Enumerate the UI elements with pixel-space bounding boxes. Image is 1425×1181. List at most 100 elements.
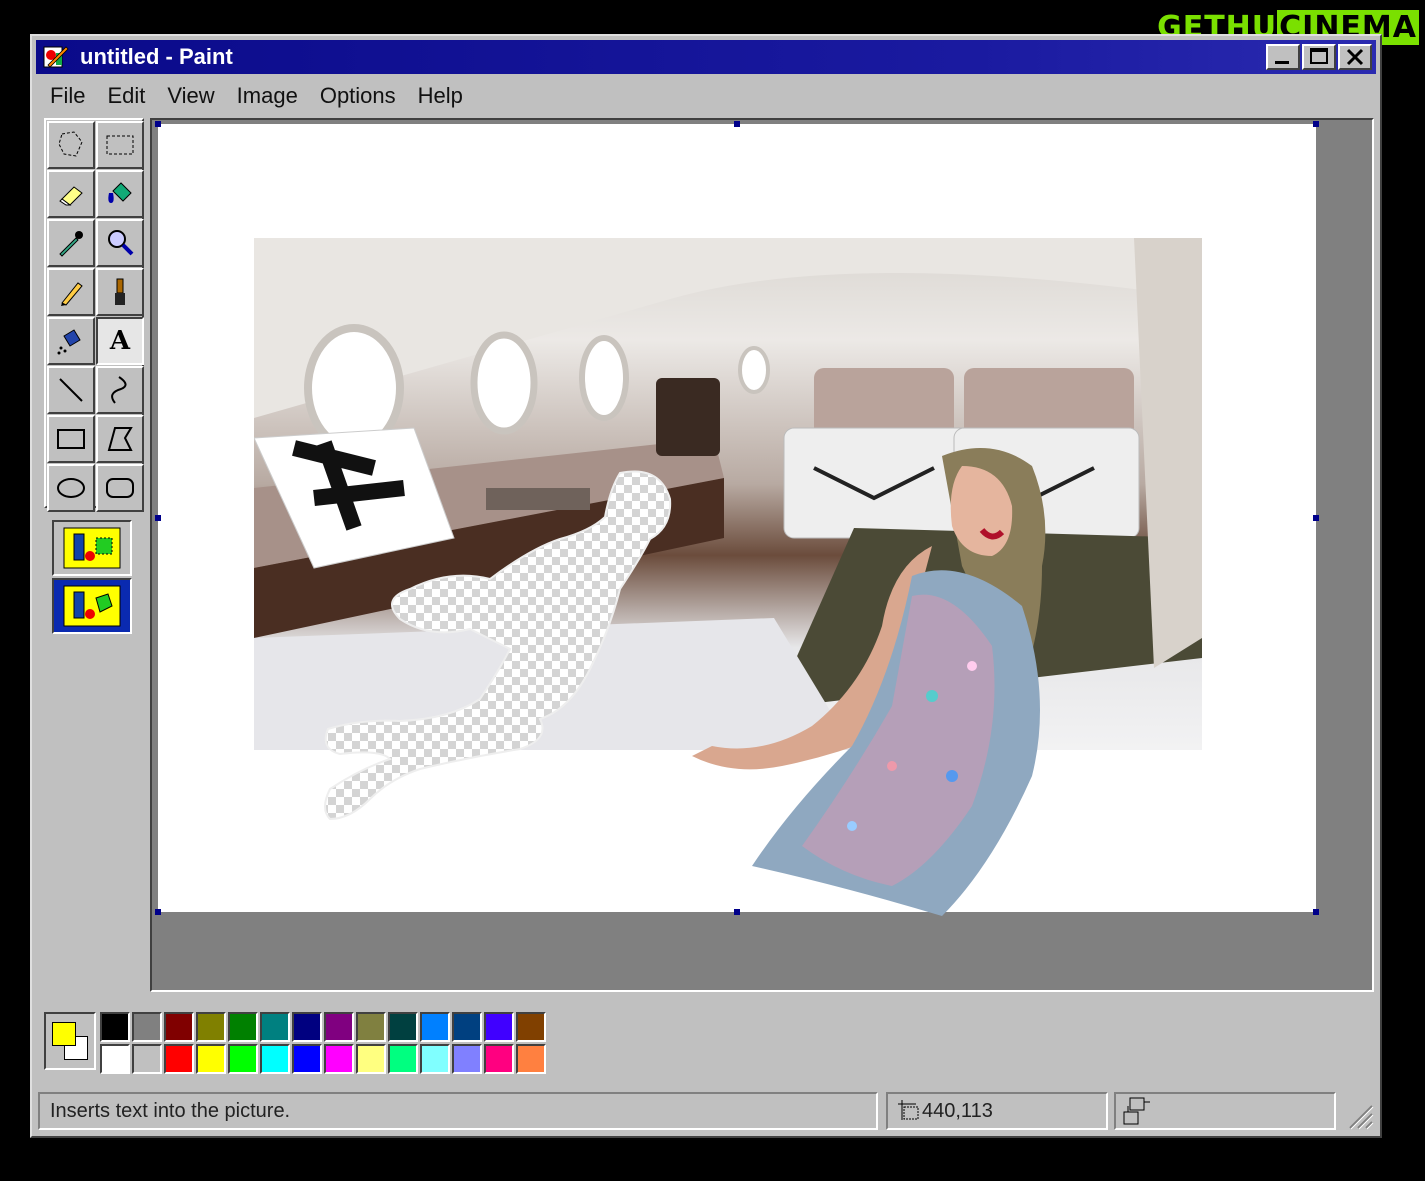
tool-rectangle[interactable]: [47, 415, 95, 463]
color-swatch[interactable]: [260, 1012, 290, 1042]
close-button[interactable]: [1338, 44, 1372, 70]
minimize-button[interactable]: [1266, 44, 1300, 70]
color-swatch[interactable]: [356, 1012, 386, 1042]
rectangle-select-icon: [106, 135, 134, 155]
rectangle-icon: [57, 429, 85, 449]
tool-curve[interactable]: [96, 366, 144, 414]
menu-help[interactable]: Help: [418, 83, 463, 109]
paint-window: untitled - Paint File Edit View Image Op…: [30, 34, 1382, 1138]
tool-rounded-rectangle[interactable]: [96, 464, 144, 512]
canvas-area[interactable]: [150, 118, 1374, 992]
status-bar: Inserts text into the picture. 440,113: [36, 1090, 1376, 1132]
tool-pick-color[interactable]: [47, 219, 95, 267]
color-swatch[interactable]: [420, 1044, 450, 1074]
transparent-option-icon: [63, 585, 121, 627]
color-swatch[interactable]: [484, 1012, 514, 1042]
resize-handle[interactable]: [155, 121, 161, 127]
line-icon: [59, 378, 83, 402]
color-swatch[interactable]: [164, 1012, 194, 1042]
minimize-icon: [1275, 61, 1289, 64]
menu-view[interactable]: View: [167, 83, 214, 109]
color-swatch[interactable]: [228, 1044, 258, 1074]
color-swatch[interactable]: [260, 1044, 290, 1074]
status-coordinates: 440,113: [886, 1092, 1108, 1130]
status-selection-size: [1114, 1092, 1336, 1130]
color-swatch[interactable]: [356, 1044, 386, 1074]
maximize-button[interactable]: [1302, 44, 1336, 70]
toolbox: A: [44, 118, 144, 512]
polygon-icon: [107, 427, 133, 451]
rounded-rectangle-icon: [106, 478, 134, 498]
color-swatch[interactable]: [420, 1012, 450, 1042]
color-swatch[interactable]: [292, 1044, 322, 1074]
color-swatch[interactable]: [132, 1012, 162, 1042]
opaque-option-icon: [63, 527, 121, 569]
paint-app-icon[interactable]: [42, 43, 70, 71]
tool-magnifier[interactable]: [96, 219, 144, 267]
woman-in-sequin-dress: [692, 448, 1046, 916]
color-box: [36, 1004, 1376, 1084]
menu-file[interactable]: File: [50, 83, 85, 109]
color-swatch[interactable]: [452, 1044, 482, 1074]
resize-handle[interactable]: [155, 909, 161, 915]
tool-brush[interactable]: [96, 268, 144, 316]
tool-eraser[interactable]: [47, 170, 95, 218]
tool-ellipse[interactable]: [47, 464, 95, 512]
window-title: untitled - Paint: [80, 44, 233, 69]
tool-pencil[interactable]: [47, 268, 95, 316]
tool-fill[interactable]: [96, 170, 144, 218]
resize-grip-icon[interactable]: [1344, 1100, 1374, 1130]
title-bar[interactable]: untitled - Paint: [36, 40, 1376, 74]
color-swatch[interactable]: [196, 1044, 226, 1074]
brush-icon: [115, 278, 125, 305]
airbrush-icon: [57, 329, 81, 355]
tool-polygon[interactable]: [96, 415, 144, 463]
resize-handle[interactable]: [1313, 909, 1319, 915]
resize-handle[interactable]: [734, 909, 740, 915]
curve-icon: [111, 376, 127, 404]
text-icon: A: [109, 326, 131, 356]
color-swatch[interactable]: [452, 1012, 482, 1042]
color-swatch[interactable]: [292, 1012, 322, 1042]
tool-text[interactable]: A: [96, 317, 144, 365]
transparent-background-option[interactable]: [52, 520, 132, 576]
color-palette: [100, 1012, 546, 1074]
color-swatch[interactable]: [324, 1044, 354, 1074]
current-colors[interactable]: [44, 1012, 96, 1070]
color-swatch[interactable]: [228, 1012, 258, 1042]
ellipse-icon: [57, 478, 85, 498]
resize-handle[interactable]: [1313, 515, 1319, 521]
color-swatch[interactable]: [324, 1012, 354, 1042]
color-swatch[interactable]: [100, 1044, 130, 1074]
menu-options[interactable]: Options: [320, 83, 396, 109]
color-swatch[interactable]: [100, 1012, 130, 1042]
color-swatch[interactable]: [388, 1012, 418, 1042]
tool-line[interactable]: [47, 366, 95, 414]
tool-airbrush[interactable]: [47, 317, 95, 365]
opaque-background-option[interactable]: [52, 578, 132, 634]
color-swatch[interactable]: [516, 1044, 546, 1074]
menu-edit[interactable]: Edit: [107, 83, 145, 109]
color-swatch[interactable]: [516, 1012, 546, 1042]
color-swatch[interactable]: [388, 1044, 418, 1074]
color-swatch[interactable]: [164, 1044, 194, 1074]
transparent-cutout: [324, 470, 672, 821]
maximize-icon: [1310, 48, 1328, 64]
color-swatch[interactable]: [484, 1044, 514, 1074]
resize-handle[interactable]: [734, 121, 740, 127]
cursor-position-icon: [898, 1100, 919, 1120]
eraser-icon: [59, 186, 83, 206]
pick-color-icon: [59, 231, 83, 257]
menu-image[interactable]: Image: [237, 83, 298, 109]
coordinates-value: 440,113: [922, 1099, 993, 1122]
color-swatch[interactable]: [132, 1044, 162, 1074]
close-icon: [1346, 48, 1364, 66]
tool-rectangle-select[interactable]: [96, 121, 144, 169]
selection-size-icon: [1123, 1097, 1150, 1125]
resize-handle[interactable]: [1313, 121, 1319, 127]
drawing-canvas[interactable]: [155, 121, 1319, 916]
tool-free-form-select[interactable]: [47, 121, 95, 169]
resize-handle[interactable]: [155, 515, 161, 521]
menu-bar: File Edit View Image Options Help: [36, 78, 1376, 114]
color-swatch[interactable]: [196, 1012, 226, 1042]
